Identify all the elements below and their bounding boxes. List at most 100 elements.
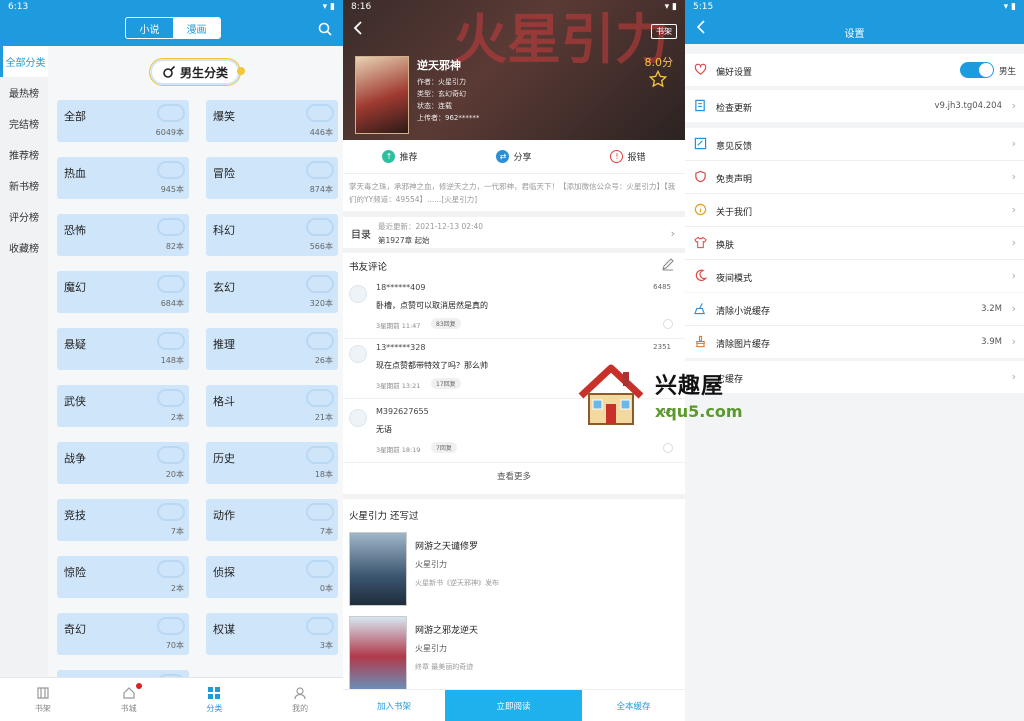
toc-latest-chapter: 第1927章 起始 <box>378 236 430 245</box>
category-tile[interactable]: 格斗 21本 <box>206 385 338 427</box>
book-uploader: 上传者：962****** <box>417 114 480 122</box>
nav-mine[interactable]: 我的 <box>257 678 343 721</box>
related-book-author: 火星引力 <box>415 560 447 569</box>
category-tile[interactable]: 冒险 874本 <box>206 157 338 199</box>
settings-row-clear-novel-cache[interactable]: 清除小说缓存 3.2M › <box>685 293 1024 325</box>
top-bar: 小说 漫画 <box>0 14 343 46</box>
review-likes[interactable]: 6485 <box>653 283 671 291</box>
category-name: 全部 <box>64 110 86 123</box>
book-cover <box>349 532 407 606</box>
category-tile[interactable]: 战争 20本 <box>57 442 189 484</box>
settings-row-about[interactable]: 关于我们 › <box>685 194 1024 226</box>
settings-row-feedback[interactable]: 意见反馈 › <box>685 128 1024 160</box>
toggle-knob <box>979 63 993 77</box>
settings-row-check-update[interactable]: 检查更新 v9.jh3.tg04.204 › <box>685 90 1024 122</box>
category-name: 科幻 <box>213 224 235 237</box>
shelf-badge[interactable]: 书架 <box>651 24 677 39</box>
gender-category-label: 男生分类 <box>179 65 228 80</box>
tab-comic[interactable]: 漫画 <box>173 18 220 38</box>
category-tile[interactable]: 惊险 2本 <box>57 556 189 598</box>
sidebar-item-all[interactable]: 全部分类 <box>0 46 48 77</box>
read-now-button[interactable]: 立即阅读 <box>445 690 582 721</box>
nav-category[interactable]: 分类 <box>172 678 258 721</box>
sidebar-item-hot[interactable]: 最热榜 <box>0 77 48 108</box>
nav-bookshelf[interactable]: 书架 <box>0 678 86 721</box>
settings-row-skin[interactable]: 换肤 › <box>685 227 1024 259</box>
settings-value: 3.9M <box>981 337 1002 347</box>
category-tile[interactable]: 奇幻 70本 <box>57 613 189 655</box>
add-to-shelf-button[interactable]: 加入书架 <box>343 690 445 721</box>
review-time: 3星期前 18:19 <box>376 446 421 454</box>
pen-icon[interactable] <box>661 257 675 271</box>
tile-decoration <box>306 389 334 407</box>
settings-row-clear-image-cache[interactable]: 清除图片缓存 3.9M › <box>685 326 1024 358</box>
category-tile[interactable]: 科幻 566本 <box>206 214 338 256</box>
sidebar-item-recommend[interactable]: 推荐榜 <box>0 139 48 170</box>
related-book-item[interactable]: 网游之天谴修罗 火星引力 火星新书《逆天邪神》发布 <box>343 532 685 614</box>
category-count: 0本 <box>319 584 333 593</box>
review-replies[interactable]: 7回复 <box>431 442 457 453</box>
category-tile[interactable]: 玄幻 320本 <box>206 271 338 313</box>
gender-toggle[interactable] <box>960 62 994 78</box>
category-tile[interactable]: 动作 7本 <box>206 499 338 541</box>
category-tile[interactable]: 侦探 0本 <box>206 556 338 598</box>
chevron-right-icon: › <box>1011 137 1016 150</box>
tile-decoration <box>157 161 185 179</box>
category-tile[interactable]: 魔幻 684本 <box>57 271 189 313</box>
star-icon[interactable] <box>649 70 667 88</box>
nav-bookstore[interactable]: 书城 <box>86 678 172 721</box>
category-name: 惊险 <box>64 566 86 579</box>
category-tile[interactable]: 推理 26本 <box>206 328 338 370</box>
settings-row-night-mode[interactable]: 夜间模式 › <box>685 260 1024 292</box>
tile-decoration <box>306 560 334 578</box>
related-book-author: 火星引力 <box>415 644 447 653</box>
category-tile[interactable]: 其它 <box>57 670 189 677</box>
sidebar-item-favorite[interactable]: 收藏榜 <box>0 232 48 263</box>
settings-row-preference[interactable]: 偏好设置 男生 <box>685 54 1024 86</box>
settings-label: 检查更新 <box>716 104 753 114</box>
category-name: 权谋 <box>213 623 235 636</box>
gender-category-button[interactable]: 男生分类 <box>149 58 241 86</box>
category-tile[interactable]: 历史 18本 <box>206 442 338 484</box>
category-tile[interactable]: 全部 6049本 <box>57 100 189 142</box>
category-tile[interactable]: 武侠 2本 <box>57 385 189 427</box>
share-button[interactable]: ⇄ 分享 <box>457 140 571 173</box>
category-tile[interactable]: 热血 945本 <box>57 157 189 199</box>
category-tile[interactable]: 权谋 3本 <box>206 613 338 655</box>
category-tile[interactable]: 悬疑 148本 <box>57 328 189 370</box>
review-user: M392627655 <box>376 407 429 416</box>
tab-novel[interactable]: 小说 <box>126 18 173 38</box>
category-tile[interactable]: 竞技 7本 <box>57 499 189 541</box>
review-likes[interactable]: 2351 <box>653 343 671 351</box>
cache-all-button[interactable]: 全本缓存 <box>582 690 685 721</box>
review-text: 现在点赞都带特效了吗？那么帅 <box>376 361 488 370</box>
view-more-link[interactable]: 查看更多 <box>343 470 685 482</box>
category-tile[interactable]: 恐怖 82本 <box>57 214 189 256</box>
settings-label: 清除图片缓存 <box>716 340 771 350</box>
more-icon[interactable] <box>663 319 673 329</box>
sidebar-item-score[interactable]: 评分榜 <box>0 201 48 232</box>
review-replies[interactable]: 17回复 <box>431 378 461 389</box>
recommend-button[interactable]: ↑ 推荐 <box>343 140 457 173</box>
related-book-item[interactable]: 网游之邪龙逆天 火星引力 终章 最美丽的奇迹 <box>343 616 685 698</box>
report-button[interactable]: ! 报错 <box>571 140 685 173</box>
category-tile[interactable]: 爆笑 446本 <box>206 100 338 142</box>
sidebar-item-new[interactable]: 新书榜 <box>0 170 48 201</box>
category-name: 悬疑 <box>64 338 86 351</box>
settings-row-disclaimer[interactable]: 免责声明 › <box>685 161 1024 193</box>
thumb-up-icon: ↑ <box>382 150 396 163</box>
status-time: 8:16 <box>351 2 372 12</box>
table-of-contents-row[interactable]: 目录 最近更新：2021-12-13 02:40 第1927章 起始 › <box>343 217 685 251</box>
action-bar: ↑ 推荐 ⇄ 分享 ! 报错 <box>343 140 685 174</box>
tile-decoration <box>157 218 185 236</box>
back-icon[interactable] <box>351 20 365 36</box>
review-replies[interactable]: 83回复 <box>431 318 461 329</box>
type-switch: 小说 漫画 <box>125 17 221 39</box>
more-icon[interactable] <box>663 443 673 453</box>
bookshelf-icon <box>37 686 49 699</box>
settings-value: 男生 <box>998 67 1016 77</box>
page-title: 设置 <box>844 29 865 40</box>
sidebar-item-finished[interactable]: 完结榜 <box>0 108 48 139</box>
nav-label: 书架 <box>34 703 51 713</box>
search-icon[interactable] <box>317 21 333 37</box>
